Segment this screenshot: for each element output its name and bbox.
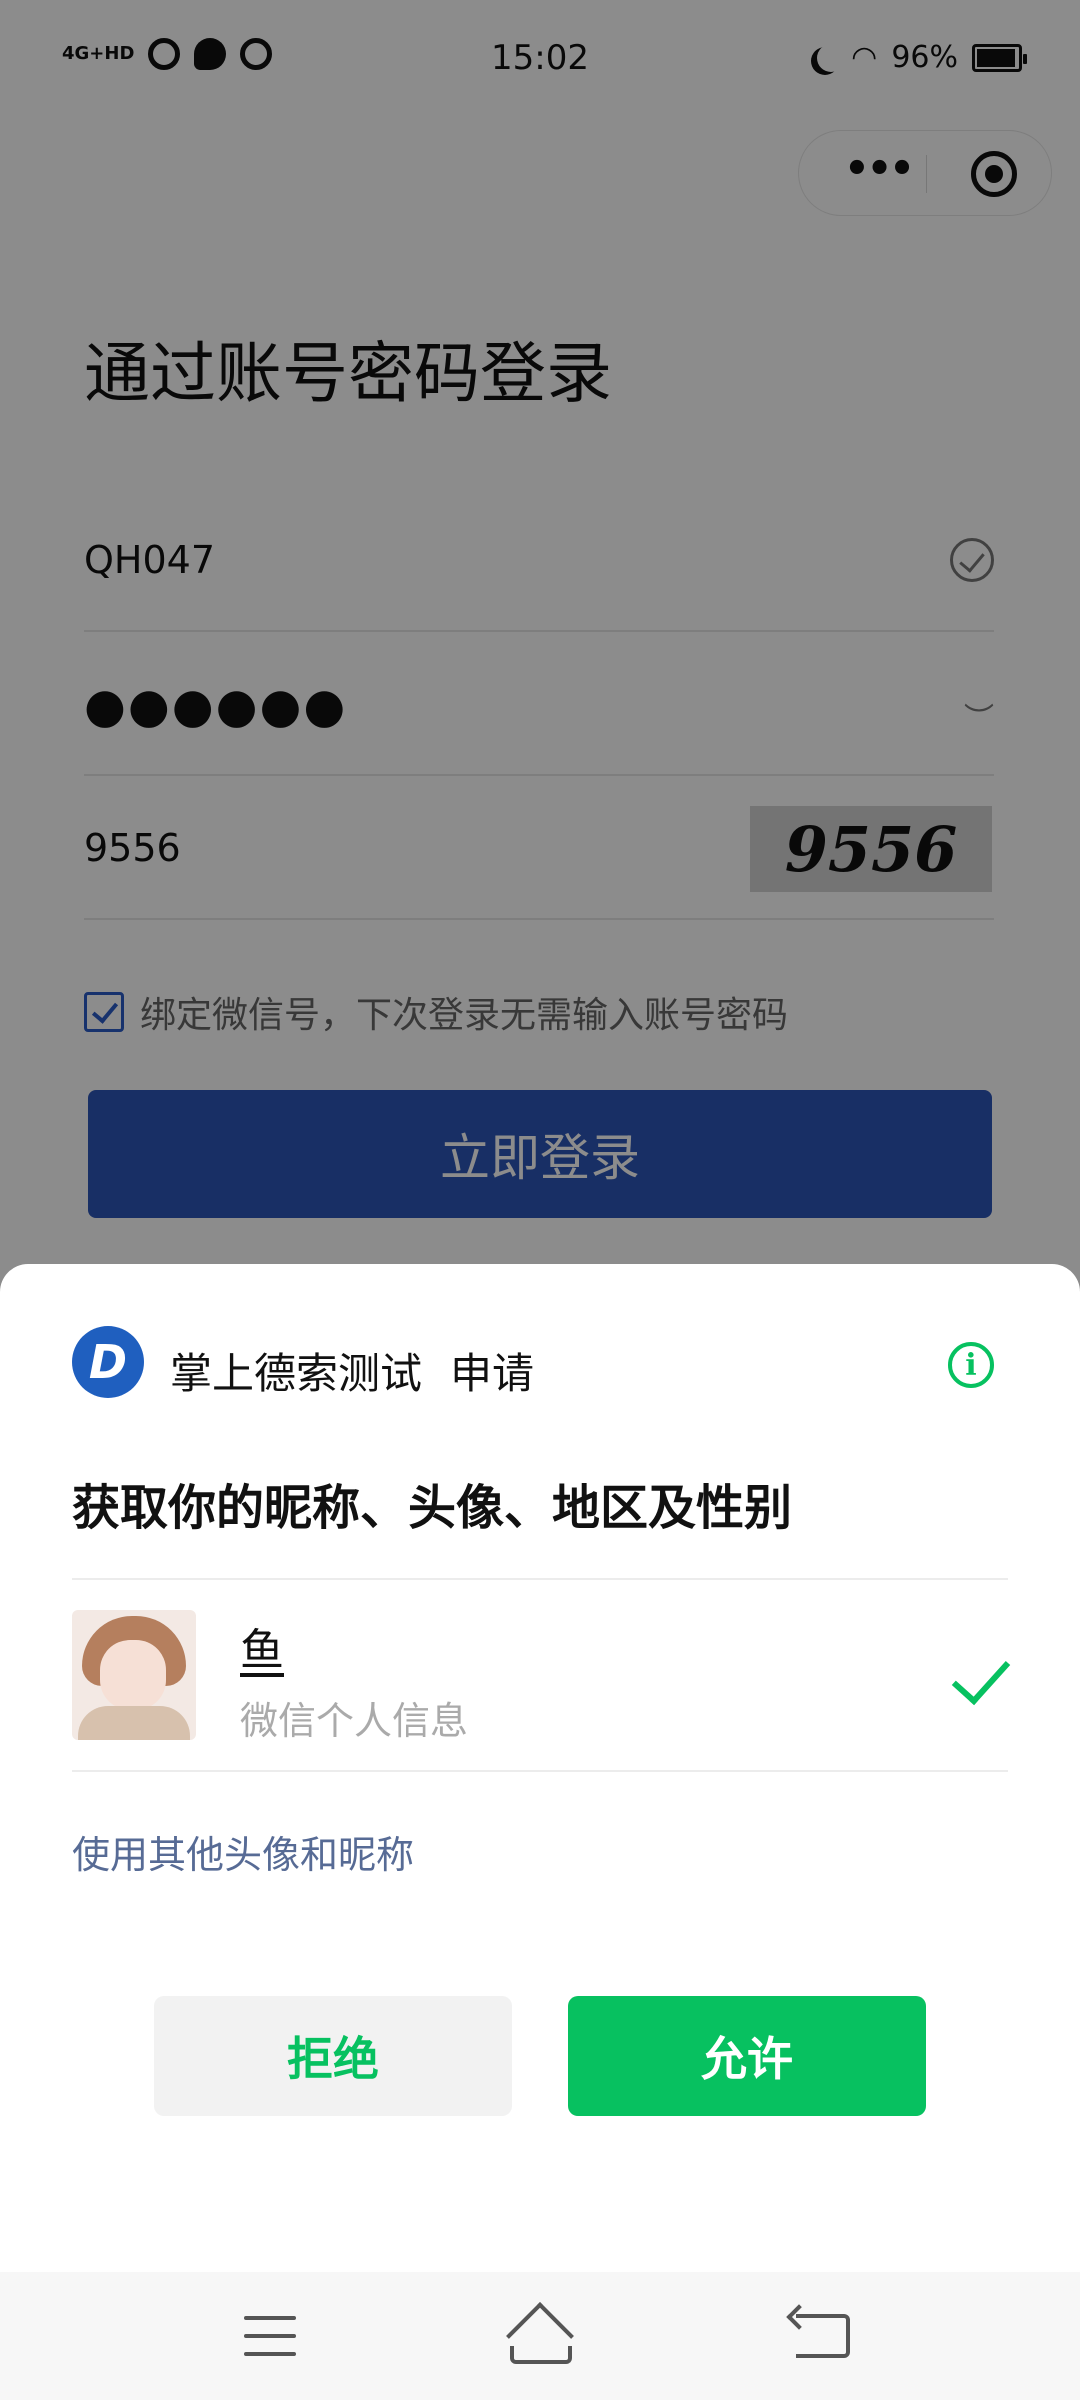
home-icon[interactable] (506, 2302, 576, 2370)
authorization-sheet: D 掌上德索测试 申请 i 获取你的昵称、头像、地区及性别 鱼 微信个人信息 使用… (0, 1264, 1080, 2400)
deny-button[interactable]: 拒绝 (154, 1996, 512, 2116)
app-name: 掌上德索测试 (170, 1349, 423, 1398)
app-header: 掌上德索测试 申请 (170, 1340, 534, 1401)
app-logo-icon: D (72, 1326, 144, 1398)
avatar-face (100, 1640, 166, 1710)
menu-icon[interactable] (244, 2316, 296, 2356)
selected-check-icon (951, 1644, 1011, 1706)
divider (72, 1770, 1008, 1772)
avatar-body (78, 1706, 190, 1740)
back-icon[interactable] (796, 2314, 850, 2358)
nickname-subtitle: 微信个人信息 (240, 1699, 469, 1743)
use-other-profile-link[interactable]: 使用其他头像和昵称 (72, 1824, 414, 1879)
system-nav-bar (0, 2272, 1080, 2400)
allow-button[interactable]: 允许 (568, 1996, 926, 2116)
request-title: 获取你的昵称、头像、地区及性别 (72, 1480, 793, 1536)
avatar[interactable] (72, 1610, 196, 1740)
apply-label: 申请 (450, 1349, 535, 1398)
nickname[interactable]: 鱼 (240, 1614, 284, 1678)
divider (72, 1578, 1008, 1580)
info-icon[interactable]: i (948, 1342, 994, 1388)
